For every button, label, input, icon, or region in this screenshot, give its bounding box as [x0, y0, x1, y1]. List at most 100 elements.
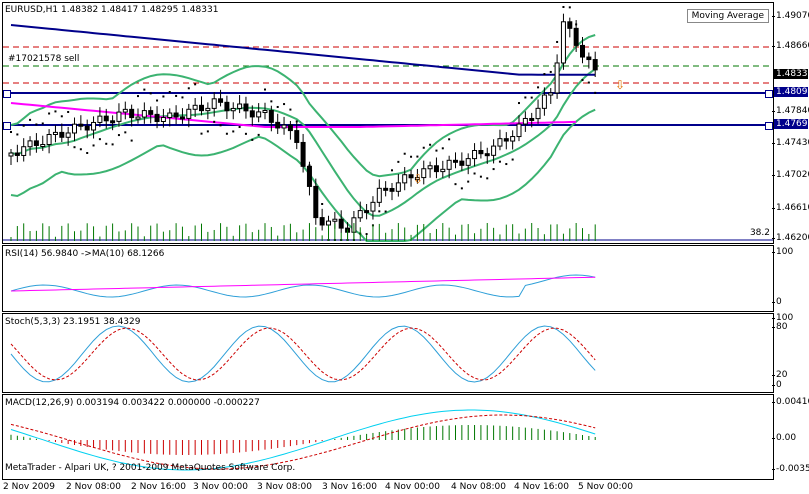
candle-body	[218, 98, 224, 103]
sar-dot	[498, 160, 501, 163]
price-chart-pane[interactable]: ⇩ ⇩ EURUSD,H1 1.48382 1.48417 1.48295 1.4…	[2, 2, 774, 244]
line-handle-right-2[interactable]	[765, 122, 773, 130]
candle-body	[313, 185, 319, 219]
macd-pane[interactable]: MACD(12,26,9) 0.003194 0.003422 0.000000…	[2, 394, 774, 480]
sar-dot	[511, 158, 514, 161]
candle-body	[389, 188, 395, 192]
time-tick: 2 Nov 2009	[3, 482, 55, 492]
sar-dot	[92, 144, 95, 147]
sar-dot	[403, 152, 406, 155]
moving-average-blue	[10, 24, 596, 76]
sar-dot	[41, 122, 44, 125]
sar-dot	[225, 132, 228, 135]
candle-body	[357, 210, 363, 219]
candle-body	[580, 44, 585, 58]
sar-dot	[429, 143, 432, 146]
macd-tick: 0.00	[771, 433, 797, 443]
candle-body	[14, 152, 20, 156]
sar-dot	[22, 124, 25, 127]
sar-dot	[416, 155, 419, 158]
indicator-box[interactable]: Moving Average	[686, 9, 769, 23]
candle-body	[8, 152, 14, 157]
candle-body	[567, 21, 573, 29]
rsi-tick: 0	[772, 297, 782, 307]
rsi-pane[interactable]: RSI(14) 56.9840 ->MA(10) 68.1266	[2, 245, 774, 312]
price-tick: 1.47840	[771, 106, 809, 116]
stochastic-pane[interactable]: Stoch(5,3,3) 23.1951 38.4329	[2, 313, 774, 393]
sar-dot	[302, 144, 305, 147]
stoch-tick: 0	[772, 380, 782, 390]
sar-dot	[60, 115, 63, 118]
rsi-tick: 100	[771, 247, 794, 257]
candle-body	[332, 218, 338, 222]
candle-body	[459, 160, 465, 166]
time-tick: 4 Nov 08:00	[451, 482, 506, 492]
stoch-header: Stoch(5,3,3) 23.1951 38.4329	[5, 317, 141, 327]
sar-dot	[29, 118, 32, 121]
sell-arrow-icon: ⇩	[615, 78, 625, 92]
candle-body	[27, 140, 33, 148]
candle-body	[586, 56, 592, 61]
line-handle-left-2[interactable]	[3, 122, 11, 130]
candle-body	[465, 158, 471, 166]
candle-body	[33, 140, 39, 146]
candle-body	[383, 187, 389, 191]
sar-dot	[537, 86, 540, 89]
candle-body	[40, 143, 46, 147]
candle-body	[52, 131, 58, 136]
candle-body	[592, 59, 598, 71]
sar-dot	[295, 120, 298, 123]
macd-axis: 0.004163 0.00 -0.003576	[771, 394, 809, 478]
sar-dot	[124, 131, 127, 134]
sar-dot	[105, 142, 108, 145]
candle-body	[338, 218, 344, 229]
candle-body	[237, 103, 243, 109]
candle-body	[103, 115, 109, 122]
sar-dot	[276, 105, 279, 108]
candle-body	[294, 130, 300, 143]
sar-dot	[264, 88, 266, 91]
candle-body	[21, 146, 27, 156]
candle-body	[179, 116, 185, 120]
candle-body	[230, 107, 236, 112]
sar-dot	[10, 131, 12, 133]
candle-body	[275, 121, 281, 129]
time-tick: 3 Nov 00:00	[193, 482, 248, 492]
sar-dot	[314, 195, 317, 198]
candle-body	[427, 165, 433, 170]
sar-dot	[86, 151, 89, 154]
sar-dot	[289, 108, 292, 111]
line-handle-right-1[interactable]	[765, 90, 773, 98]
candle-body	[110, 120, 116, 124]
candle-body	[287, 124, 293, 132]
line-handle-left-1[interactable]	[3, 90, 11, 98]
time-tick: 2 Nov 08:00	[66, 482, 121, 492]
price-tick: 1.46610	[771, 203, 809, 213]
sar-dot	[543, 73, 546, 76]
price-axis: 1.49070 1.48660 1.48331 1.48094 1.47840 …	[771, 2, 809, 243]
sar-dot	[479, 175, 482, 178]
candle-body	[510, 136, 516, 142]
sar-dot	[67, 110, 70, 113]
sar-dot	[73, 146, 76, 149]
candle-body	[205, 107, 211, 112]
sar-dot	[308, 164, 311, 167]
candle-body	[224, 101, 230, 112]
sar-dot	[594, 91, 597, 94]
candle-body	[326, 220, 331, 226]
candle-body	[497, 138, 503, 147]
candle-body	[453, 159, 458, 163]
candle-body	[535, 107, 541, 120]
sar-dot	[238, 126, 241, 129]
price-tick: 1.46200	[771, 233, 809, 243]
candle-body	[529, 117, 535, 121]
sar-dot	[397, 160, 400, 163]
sar-dot	[219, 124, 222, 127]
candle-body	[256, 111, 262, 118]
sar-dot	[200, 132, 203, 135]
sar-dot	[492, 168, 495, 171]
candle-body	[211, 98, 217, 109]
sar-dot	[549, 70, 552, 73]
time-tick: 5 Nov 00:00	[578, 482, 633, 492]
sar-dot	[244, 132, 247, 135]
